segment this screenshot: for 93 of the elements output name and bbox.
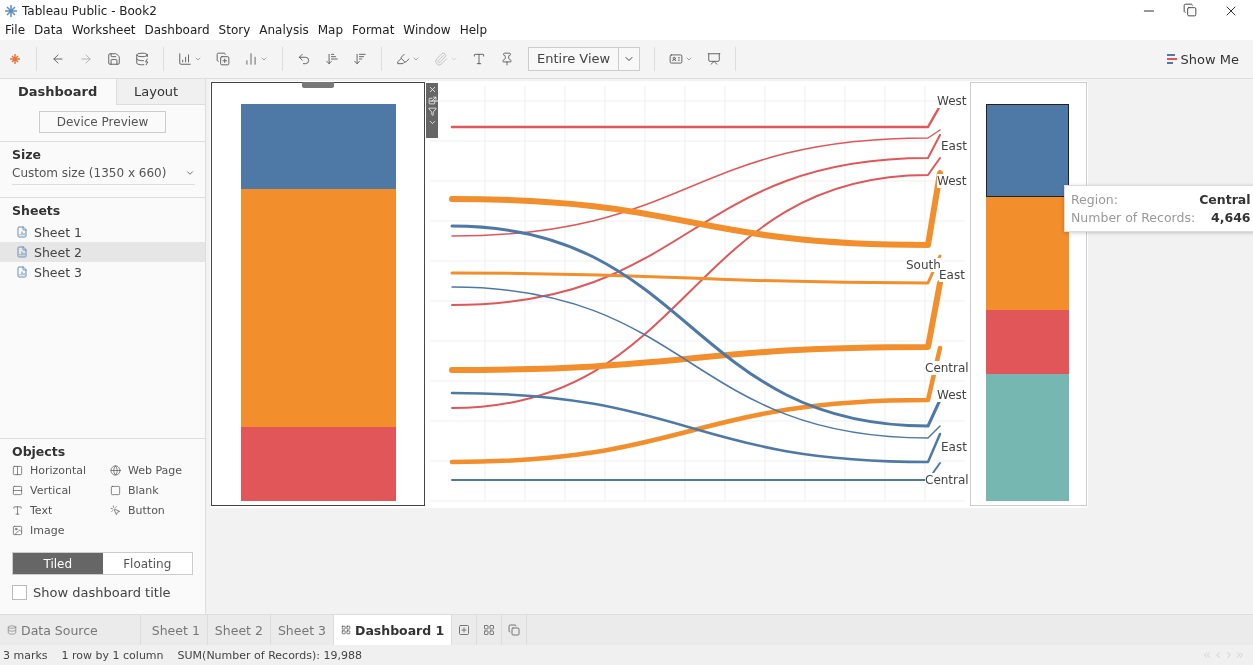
checkbox-label: Show dashboard title <box>33 585 171 600</box>
size-dropdown[interactable]: Custom size (1350 x 660) <box>12 166 195 185</box>
sheet-item[interactable]: Sheet 2 <box>0 242 205 262</box>
database-icon[interactable] <box>135 52 149 66</box>
placement-button[interactable]: Tiled <box>13 553 103 574</box>
flow-label: West <box>937 388 967 402</box>
plus-square-icon <box>458 624 471 636</box>
flow-label: East <box>939 268 965 282</box>
status-text: 3 marks <box>3 648 48 662</box>
back-icon[interactable] <box>51 52 65 66</box>
image-icon <box>12 525 23 536</box>
database-icon <box>7 625 17 635</box>
pointer-icon <box>110 505 121 516</box>
sort-ascending-icon[interactable] <box>325 52 339 66</box>
presentation-icon[interactable] <box>707 52 722 66</box>
flow-label: West <box>937 94 967 108</box>
caret-icon[interactable] <box>194 55 202 63</box>
sheet-tab[interactable]: Dashboard 1 <box>334 615 453 645</box>
square-icon <box>110 485 121 496</box>
object-item[interactable]: Horizontal <box>12 463 110 478</box>
object-item[interactable]: Text <box>12 503 110 518</box>
view-dropdown[interactable]: Entire View <box>528 47 641 71</box>
grid-icon <box>341 625 351 635</box>
menu-item[interactable]: Story <box>218 23 251 37</box>
panel-tab[interactable]: Layout <box>116 79 205 105</box>
caret-icon[interactable] <box>427 118 437 127</box>
menu-item[interactable]: Format <box>352 23 395 37</box>
flow-label: East <box>941 139 967 153</box>
restore-icon[interactable] <box>1183 3 1197 17</box>
grid-icon <box>483 624 496 636</box>
pin-icon[interactable] <box>500 52 514 66</box>
rows-icon <box>12 485 23 496</box>
chart-icon[interactable] <box>178 52 192 66</box>
tooltip-label: Number of Records: <box>1071 210 1196 225</box>
tooltip-label: Region: <box>1071 192 1119 207</box>
menu-item[interactable]: Help <box>459 23 488 37</box>
sheet-item[interactable]: Sheet 3 <box>0 262 205 282</box>
tooltip-value: 4,646 <box>1210 210 1251 225</box>
object-item[interactable]: Button <box>110 503 200 518</box>
caret-icon[interactable] <box>412 55 420 63</box>
object-item[interactable]: Image <box>12 523 110 538</box>
checkbox[interactable] <box>12 585 27 600</box>
text-icon[interactable] <box>472 52 486 66</box>
menu-item[interactable]: Analysis <box>259 23 309 37</box>
duplicate-icon[interactable] <box>216 52 230 66</box>
section-heading: Objects <box>12 444 67 459</box>
globe-icon <box>110 465 121 476</box>
logo-icon[interactable] <box>8 52 22 66</box>
device-preview-button[interactable]: Device Preview <box>39 111 166 133</box>
sheet-icon <box>16 246 28 258</box>
section-heading: Size <box>12 147 43 162</box>
save-icon[interactable] <box>107 52 121 66</box>
tooltip-value: Central <box>1199 192 1251 207</box>
flow-label: Central <box>925 473 969 487</box>
caret-icon[interactable] <box>685 55 694 63</box>
external-link-icon[interactable] <box>427 96 437 105</box>
caret-icon <box>185 168 195 178</box>
object-item[interactable]: Vertical <box>12 483 110 498</box>
filter-icon[interactable] <box>427 107 437 116</box>
text-icon <box>12 505 23 516</box>
menu-item[interactable]: File <box>5 23 26 37</box>
section-heading: Sheets <box>12 203 62 218</box>
menu-item[interactable]: Data <box>34 23 63 37</box>
drag-handle[interactable] <box>302 82 334 88</box>
window-title: Tableau Public - Book2 <box>22 4 158 18</box>
placement-button[interactable]: Floating <box>102 553 192 574</box>
columns-icon <box>12 465 23 476</box>
show-me-button[interactable]: Show Me <box>1160 50 1245 68</box>
sheet-item[interactable]: Sheet 1 <box>0 222 205 242</box>
paperclip-icon[interactable] <box>434 52 448 66</box>
chart-icon[interactable] <box>244 52 258 66</box>
sort-descending-icon[interactable] <box>353 52 367 66</box>
sheet-icon <box>16 266 28 278</box>
object-item[interactable]: Web Page <box>110 463 200 478</box>
highlighter-icon[interactable] <box>396 52 410 66</box>
menu-item[interactable]: Dashboard <box>144 23 210 37</box>
flow-label: South <box>906 258 941 272</box>
caret-icon[interactable] <box>260 55 268 63</box>
flow-label: East <box>941 440 967 454</box>
flow-label: Central <box>925 361 969 375</box>
status-text: SUM(Number of Records): 19,988 <box>177 648 362 662</box>
card-icon[interactable] <box>669 52 684 66</box>
bar-segment[interactable] <box>986 104 1069 197</box>
menu-item[interactable]: Worksheet <box>71 23 136 37</box>
bars-icon <box>1166 54 1177 64</box>
pages-icon <box>508 624 521 636</box>
object-item[interactable]: Blank <box>110 483 200 498</box>
app-logo-icon <box>4 4 18 18</box>
status-text: 1 row by 1 column <box>61 648 164 662</box>
flow-label: West <box>937 174 967 188</box>
menu-item[interactable]: Window <box>403 23 451 37</box>
menu-item[interactable]: Map <box>317 23 344 37</box>
sheet-icon <box>16 226 28 238</box>
